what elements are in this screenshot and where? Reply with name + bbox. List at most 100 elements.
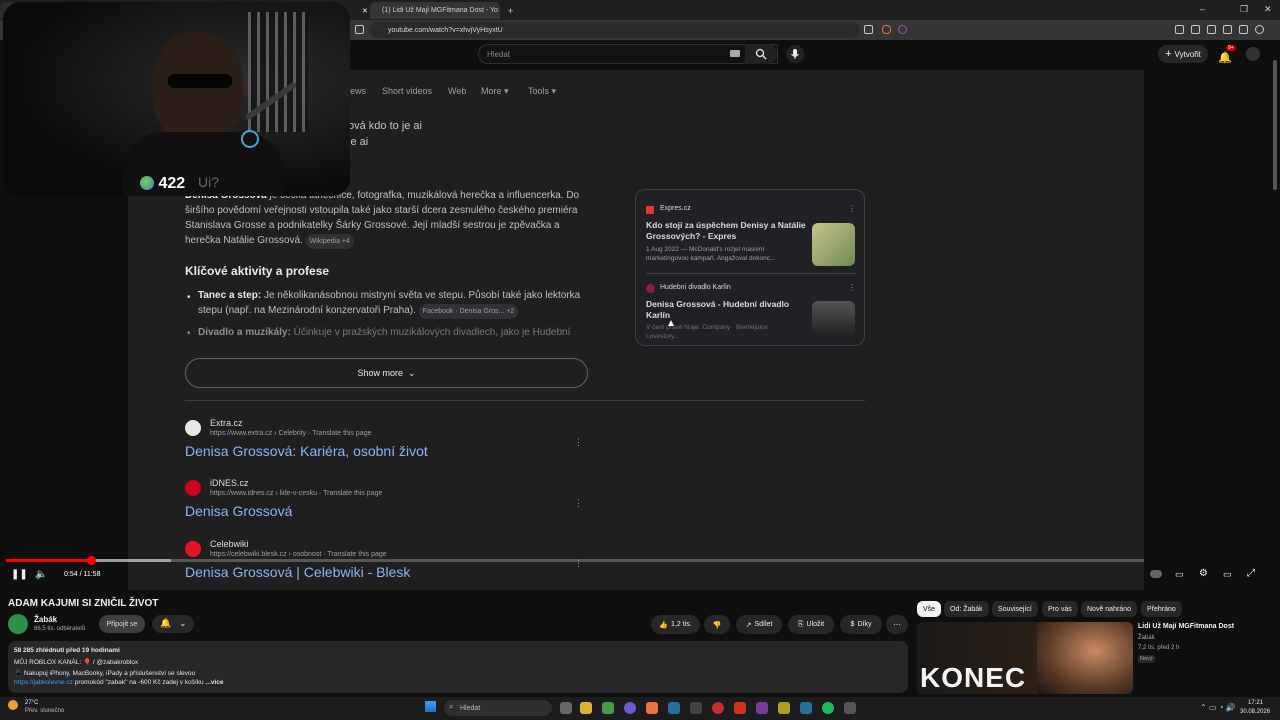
weather-icon[interactable] — [8, 700, 18, 710]
join-button[interactable]: Připojit se — [99, 615, 145, 633]
tab-news-partial[interactable]: ews — [350, 86, 366, 96]
task-view-icon[interactable] — [560, 702, 572, 714]
translate-link[interactable]: Translate this page — [323, 490, 382, 497]
tab-short-videos[interactable]: Short videos — [382, 86, 432, 96]
show-more-link[interactable]: ...více — [205, 679, 223, 686]
sidebar-icon[interactable] — [1191, 25, 1200, 34]
source-title[interactable]: Kdo stojí za úspěchem Denisy a Natálie G… — [646, 220, 806, 242]
tab-more[interactable]: More ▾ — [481, 86, 509, 97]
file-explorer-icon[interactable] — [580, 702, 592, 714]
result-url: https://www.idnes.cz › lide-v-cesku · Tr… — [210, 490, 383, 497]
brave-icon[interactable] — [646, 702, 658, 714]
chip-from-channel[interactable]: Od: Žabák — [944, 601, 989, 617]
clock-time[interactable]: 17:21 — [1248, 700, 1263, 706]
more-vert-icon[interactable]: ⋮ — [848, 283, 856, 292]
app-icon[interactable] — [800, 702, 812, 714]
result-title[interactable]: Denisa Grossová — [185, 503, 292, 519]
more-vert-icon[interactable]: ⋮ — [848, 204, 856, 213]
recommended-title[interactable]: Lidi Už Mají MGFitmana Dost — [1138, 623, 1234, 630]
chip-for-you[interactable]: Pro vás — [1042, 601, 1078, 617]
new-tab-button[interactable]: + — [500, 2, 516, 19]
volume-icon[interactable]: 🔈 — [35, 569, 47, 580]
translate-link[interactable]: Translate this page — [327, 551, 386, 558]
source-thumbnail[interactable] — [812, 223, 855, 266]
like-button[interactable]: 👍 1,2 tis. — [651, 615, 700, 634]
more-vert-icon[interactable]: ⋮ — [574, 498, 583, 509]
thanks-button[interactable]: $ Díky — [840, 615, 882, 634]
subscription-bell-button[interactable]: 🔔 ⌄ — [152, 615, 194, 633]
extensions-icon[interactable] — [1175, 25, 1184, 34]
tab-tools[interactable]: Tools ▾ — [528, 86, 556, 97]
create-button[interactable]: + Vytvořit — [1158, 45, 1208, 63]
app-icon[interactable] — [844, 702, 856, 714]
save-button[interactable]: ⎘ Uložit — [788, 615, 834, 634]
maximize-icon[interactable]: ❐ — [1240, 4, 1248, 15]
more-actions-button[interactable]: ⋯ — [886, 615, 908, 634]
fullscreen-icon[interactable]: ⤢ — [1247, 568, 1255, 579]
dislike-button[interactable]: 👎 — [704, 615, 730, 634]
chip-watched[interactable]: Přehráno — [1141, 601, 1182, 617]
minimize-icon[interactable]: – — [1200, 4, 1205, 14]
discord-icon[interactable] — [624, 702, 636, 714]
tray-icons[interactable]: ⌃ ▭ ◔ 🔊 — [1200, 703, 1236, 712]
taskbar-search[interactable]: ⌕ Hledat — [444, 700, 552, 716]
channel-name[interactable]: Žabák — [34, 615, 57, 624]
weather-temp[interactable]: 27°C — [25, 700, 38, 706]
app-icon[interactable] — [712, 702, 724, 714]
windows-start-icon[interactable] — [425, 701, 436, 712]
close-window-icon[interactable]: ✕ — [1264, 4, 1272, 15]
source-thumbnail[interactable] — [812, 301, 855, 335]
search-button[interactable] — [745, 44, 777, 64]
description-box[interactable]: 58 285 zhlédnutí před 19 hodinami MŮJ RO… — [8, 641, 908, 693]
app-icon[interactable] — [690, 702, 702, 714]
result-title[interactable]: Denisa Grossová: Kariéra, osobní život — [185, 443, 428, 459]
show-more-button[interactable]: Show more ⌄ — [185, 358, 588, 388]
brave-shield-icon[interactable] — [882, 25, 891, 34]
app-icon[interactable] — [734, 702, 746, 714]
rewards-icon[interactable] — [898, 25, 907, 34]
tab-current[interactable]: (1) Lidi Už Mají MGFitmana Dost - Yo — [370, 2, 500, 19]
clock-date[interactable]: 30.08.2026 — [1240, 709, 1270, 715]
chip-related[interactable]: Související — [992, 601, 1038, 617]
result-title[interactable]: Denisa Grossová | Celebwiki - Blesk — [185, 564, 410, 580]
steam-icon[interactable] — [668, 702, 680, 714]
chip-all[interactable]: Vše — [917, 601, 942, 617]
tab-web[interactable]: Web — [448, 86, 466, 96]
profile-icon[interactable] — [1255, 25, 1264, 34]
theater-mode-icon[interactable]: ▭ — [1223, 569, 1232, 580]
bookmark-icon[interactable] — [355, 25, 364, 34]
voice-search-button[interactable] — [786, 45, 804, 63]
account-avatar[interactable] — [1246, 47, 1260, 61]
chip-recently-uploaded[interactable]: Nově nahráno — [1081, 601, 1137, 617]
cast-icon[interactable] — [864, 25, 873, 34]
url-bar[interactable]: youtube.com/watch?v=xhvjVyHsyxtU — [370, 22, 860, 38]
facebook-source-pill[interactable]: Facebook · Denisa Gros... +2 — [418, 304, 519, 319]
pause-icon[interactable]: ❚❚ — [11, 569, 28, 580]
progress-track[interactable] — [6, 559, 1144, 562]
spotify-icon[interactable] — [822, 702, 834, 714]
keyboard-icon[interactable] — [730, 50, 740, 57]
settings-icon[interactable]: ⚙ — [1199, 568, 1208, 579]
subtitles-icon[interactable]: ▭ — [1175, 569, 1184, 580]
progress-played — [6, 559, 91, 562]
page-scrollbar[interactable] — [1273, 60, 1277, 190]
download-icon[interactable] — [1239, 25, 1248, 34]
wallet-icon[interactable] — [1207, 25, 1216, 34]
share-button[interactable]: ↗ Sdílet — [736, 615, 782, 634]
channel-avatar[interactable] — [8, 614, 28, 634]
result-url-text: https://www.idnes.cz › lide-v-cesku — [210, 490, 317, 497]
super-thanks-icon: $ — [850, 621, 855, 628]
recommended-channel[interactable]: Žabák — [1138, 635, 1155, 641]
twitch-icon[interactable] — [756, 702, 768, 714]
app-icon[interactable] — [778, 702, 790, 714]
notifications-button[interactable]: 🔔 9+ — [1218, 45, 1236, 66]
close-icon[interactable]: ✕ — [362, 7, 368, 15]
store-icon[interactable] — [602, 702, 614, 714]
autoplay-toggle[interactable] — [1150, 570, 1162, 578]
translate-link[interactable]: Translate this page — [312, 430, 371, 437]
vpn-icon[interactable] — [1223, 25, 1232, 34]
progress-scrubber[interactable] — [87, 556, 96, 565]
desc-link[interactable]: https://jabkolevne.cz — [14, 679, 73, 686]
more-vert-icon[interactable]: ⋮ — [574, 437, 583, 448]
wikipedia-source-pill[interactable]: Wikipedia +4 — [305, 234, 354, 249]
